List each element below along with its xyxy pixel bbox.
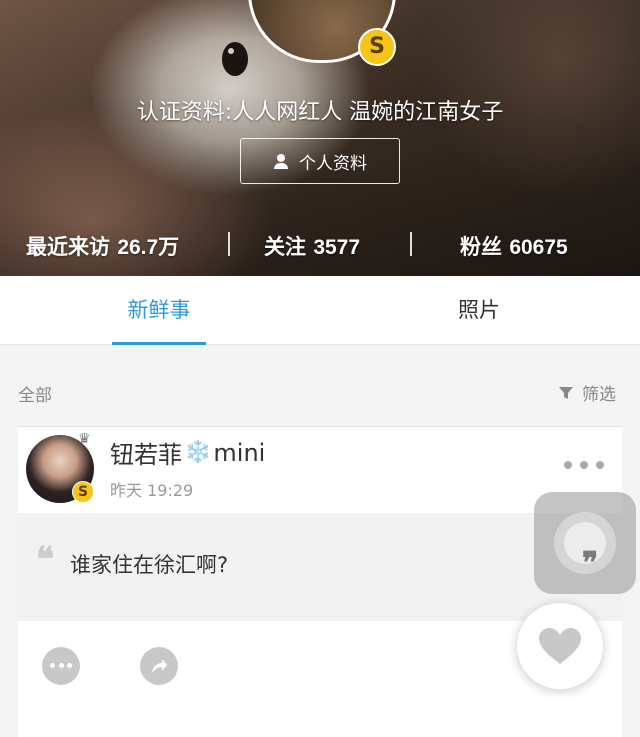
filter-bar: 全部 筛选 <box>0 345 640 425</box>
stat-value: 3577 <box>313 236 361 259</box>
quote-icon: ❞ <box>582 546 599 581</box>
filter-button[interactable]: 筛选 <box>558 380 616 405</box>
filter-all[interactable]: 全部 <box>18 381 52 406</box>
post-time: 昨天 19:29 <box>110 481 194 500</box>
like-button[interactable] <box>516 602 604 690</box>
profile-info-button[interactable]: 个人资料 <box>240 138 400 184</box>
certification-text: 认证资料:人人网红人 温婉的江南女子 <box>136 100 504 125</box>
stat-label: 最近来访 <box>26 235 110 259</box>
post-text: 谁家住在徐汇啊? <box>70 553 229 577</box>
profile-header: S 认证资料:人人网红人 温婉的江南女子 个人资料 最近来访 26.7万 关注 … <box>0 0 640 276</box>
stat-recent-visits[interactable]: 最近来访 26.7万 <box>26 231 179 261</box>
quote-icon: ❝ <box>36 540 55 580</box>
more-dots-icon[interactable] <box>564 461 604 469</box>
stat-value: 60675 <box>509 236 568 259</box>
profile-stats: 最近来访 26.7万 关注 3577 粉丝 60675 <box>0 228 640 262</box>
share-arrow-icon <box>152 659 167 673</box>
post-content[interactable]: ❝ 谁家住在徐汇啊? <box>18 513 622 621</box>
stat-following[interactable]: 关注 3577 <box>264 231 360 261</box>
post-card: ♛ S 钮若菲 ❄️ mini 昨天 19:29 ❝ 谁家住在徐汇啊? <box>18 426 622 737</box>
profile-info-label: 个人资料 <box>299 153 367 174</box>
funnel-icon <box>559 386 573 399</box>
person-icon <box>273 153 289 169</box>
stat-fans[interactable]: 粉丝 60675 <box>460 231 568 261</box>
username-suffix: mini <box>213 438 266 467</box>
post-username[interactable]: 钮若菲 ❄️ mini <box>110 435 265 470</box>
stat-divider <box>228 232 230 256</box>
comment-icon[interactable] <box>42 647 80 685</box>
crown-icon: ♛ <box>78 431 91 447</box>
share-icon[interactable] <box>140 647 178 685</box>
cover-photo-detail <box>222 42 248 76</box>
stat-divider <box>410 232 412 256</box>
profile-tabs: 新鲜事 照片 <box>0 276 640 345</box>
snowflake-icon: ❄️ <box>184 440 212 465</box>
filter-label: 筛选 <box>582 385 616 405</box>
tab-photos[interactable]: 照片 <box>432 276 526 344</box>
stat-label: 关注 <box>264 235 306 259</box>
username-text: 钮若菲 <box>110 441 182 469</box>
tab-feed[interactable]: 新鲜事 <box>112 276 206 345</box>
star-badge-icon: S <box>72 481 94 503</box>
heart-icon <box>539 628 581 664</box>
star-badge-icon: S <box>358 28 396 66</box>
stat-value: 26.7万 <box>117 236 180 259</box>
stat-label: 粉丝 <box>460 235 502 259</box>
floating-assist-button[interactable]: ❞ <box>534 492 636 594</box>
